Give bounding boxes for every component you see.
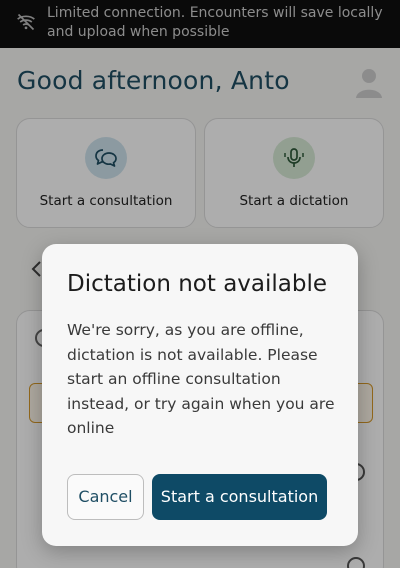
dialog-title: Dictation not available [67, 271, 328, 297]
dialog-message: We're sorry, as you are offline, dictati… [67, 321, 335, 437]
dictation-unavailable-dialog: Dictation not available We're sorry, as … [42, 244, 358, 546]
cancel-button[interactable]: Cancel [67, 474, 144, 520]
start-consultation-button[interactable]: Start a consultation [152, 474, 327, 520]
